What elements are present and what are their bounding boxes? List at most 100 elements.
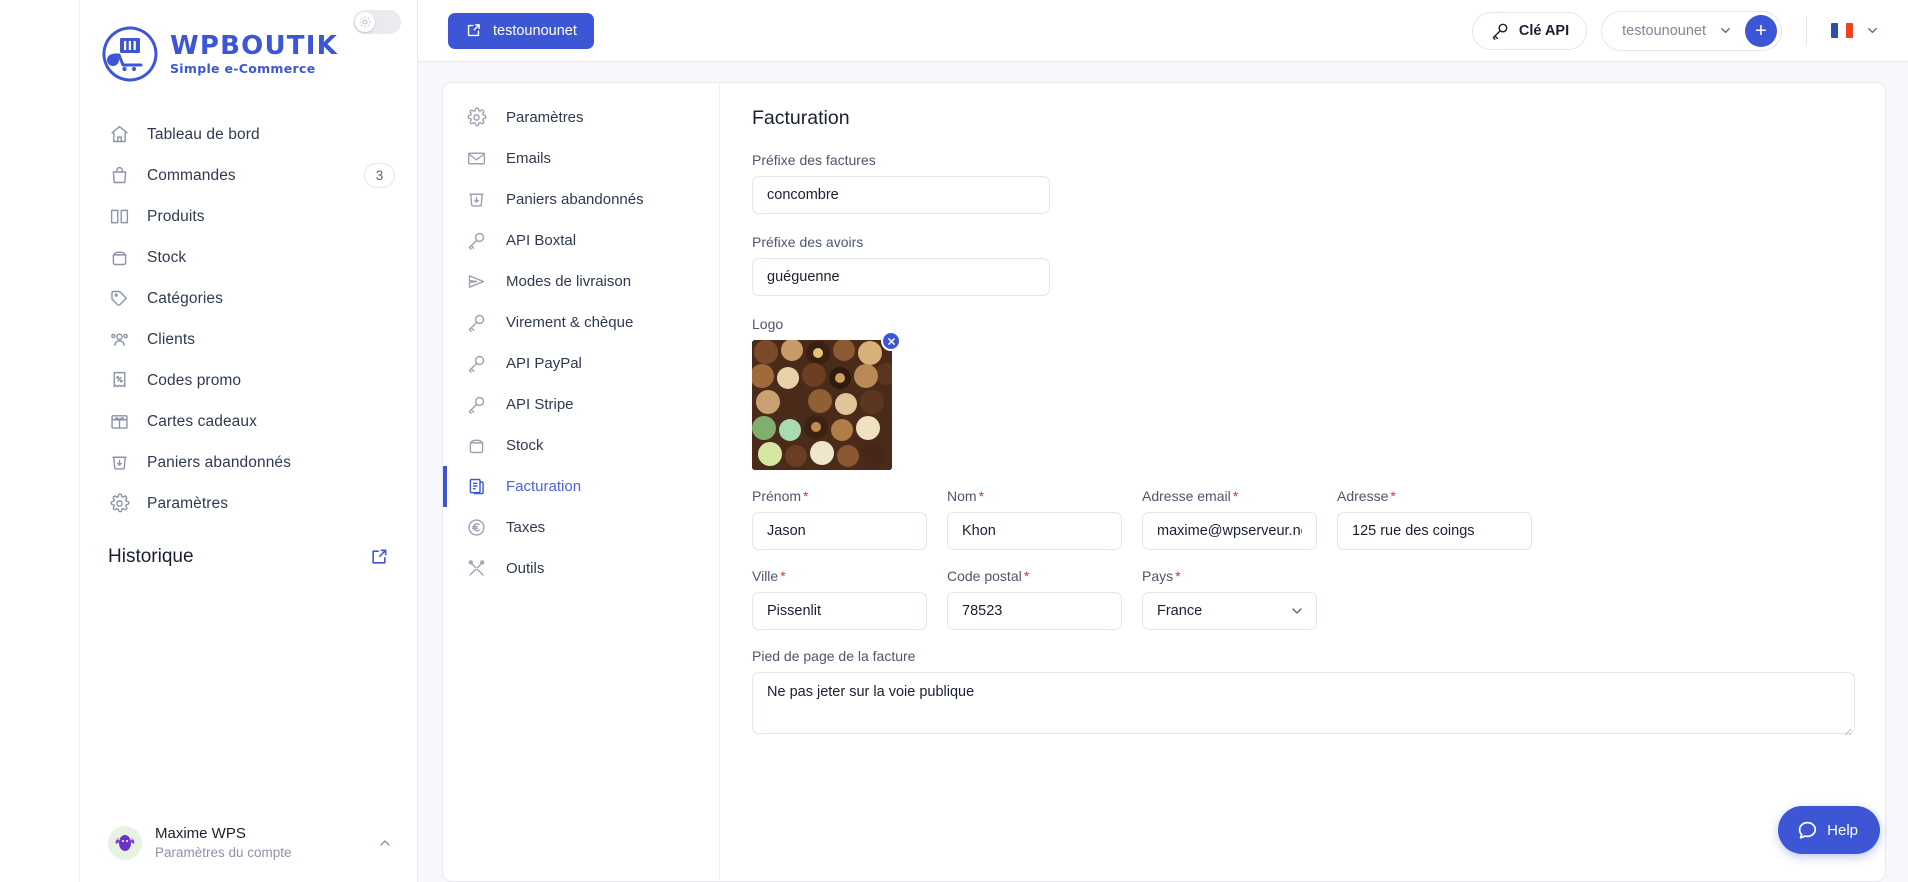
sidebar-item-stock[interactable]: Stock: [80, 237, 417, 278]
subnav-item-label: Emails: [506, 150, 552, 167]
subnav-item-stock[interactable]: Stock: [443, 425, 719, 466]
email-field: Adresse email *: [1142, 488, 1317, 550]
send-icon: [465, 271, 487, 293]
sidebar-item-label: Cartes cadeaux: [147, 412, 257, 430]
api-key-button[interactable]: Clé API: [1471, 11, 1588, 50]
sidebar-item-label: Paniers abandonnés: [147, 453, 291, 471]
sidebar-item-clients[interactable]: Clients: [80, 319, 417, 360]
subnav-item-label: Modes de livraison: [506, 273, 632, 290]
visit-shop-button[interactable]: testounounet: [448, 12, 594, 49]
tag-icon: [108, 288, 130, 310]
logo-preview[interactable]: [752, 331, 901, 470]
clipboard-icon: [465, 476, 487, 498]
sidebar-item-label: Produits: [147, 207, 205, 225]
credit-prefix-input[interactable]: [752, 258, 1050, 296]
subnav-item-facturation[interactable]: Facturation: [443, 466, 719, 507]
app-root: WPBOUTIK Simple e-Commerce Tableau de bo…: [0, 0, 1908, 882]
zip-input[interactable]: [947, 592, 1122, 630]
account-switcher[interactable]: testounounet +: [1601, 10, 1782, 51]
city-input[interactable]: [752, 592, 927, 630]
chevron-down-icon: [1865, 23, 1880, 38]
lastname-input[interactable]: [947, 512, 1122, 550]
sidebar-item-produits[interactable]: Produits: [80, 196, 417, 237]
fr-flag-icon: [1831, 23, 1853, 38]
language-selector[interactable]: [1831, 23, 1884, 38]
zip-field: Code postal *: [947, 568, 1122, 630]
credit-prefix-label: Préfixe des avoirs: [752, 234, 864, 250]
subnav-item-api-boxtal[interactable]: API Boxtal: [443, 220, 719, 261]
sidebar-nav: Tableau de bord Commandes 3 Produits Sto…: [80, 114, 417, 524]
country-select[interactable]: [1142, 592, 1317, 630]
subnav-item-label: Taxes: [506, 519, 546, 536]
email-label: Adresse email *: [1142, 488, 1239, 504]
subnav-item-api-stripe[interactable]: API Stripe: [443, 384, 719, 425]
sidebar-item-label: Stock: [147, 248, 187, 266]
wpboutik-logo-icon: [100, 24, 160, 84]
subnav-item-emails[interactable]: Emails: [443, 138, 719, 179]
main-area: testounounet Clé API testounounet + Para…: [418, 0, 1908, 882]
sidebar-item-parametres[interactable]: Paramètres: [80, 483, 417, 524]
credit-prefix-field: Préfixe des avoirs: [752, 234, 1855, 296]
city-label: Ville *: [752, 568, 786, 584]
historique-link[interactable]: Historique: [80, 546, 417, 568]
sidebar-item-label: Commandes: [147, 166, 236, 184]
country-select-wrap: [1142, 592, 1317, 630]
country-label: Pays *: [1142, 568, 1181, 584]
lastname-label: Nom *: [947, 488, 985, 504]
commandes-badge: 3: [364, 163, 395, 188]
api-key-label: Clé API: [1518, 22, 1570, 39]
subnav-item-paniers-abandonnes[interactable]: Paniers abandonnés: [443, 179, 719, 220]
firstname-input[interactable]: [752, 512, 927, 550]
chevron-down-icon[interactable]: [1716, 23, 1735, 38]
subnav-item-outils[interactable]: Outils: [443, 548, 719, 589]
invoice-footer-label: Pied de page de la facture: [752, 648, 916, 664]
remove-logo-button[interactable]: [881, 331, 901, 351]
sidebar-item-label: Tableau de bord: [147, 125, 260, 143]
account-menu[interactable]: Maxime WPS Paramètres du compte: [80, 825, 417, 882]
invoice-prefix-input[interactable]: [752, 176, 1050, 214]
left-rail-gutter: [0, 0, 80, 882]
sidebar-item-commandes[interactable]: Commandes 3: [80, 155, 417, 196]
subnav-item-virement-cheque[interactable]: Virement & chèque: [443, 302, 719, 343]
sidebar-item-label: Codes promo: [147, 371, 242, 389]
account-subtitle: Paramètres du compte: [155, 845, 292, 860]
sidebar-item-label: Paramètres: [147, 494, 229, 512]
subnav-item-taxes[interactable]: Taxes: [443, 507, 719, 548]
account-name: Maxime WPS: [155, 825, 246, 842]
settings-panel: Paramètres Emails Paniers abandonnés API…: [442, 82, 1886, 882]
account-switcher-value: testounounet: [1622, 22, 1706, 39]
sidebar-item-categories[interactable]: Catégories: [80, 278, 417, 319]
key-icon: [465, 312, 487, 334]
users-icon: [108, 329, 130, 351]
percent-receipt-icon: [108, 370, 130, 392]
country-field: Pays *: [1142, 568, 1317, 630]
subnav-item-parametres[interactable]: Paramètres: [443, 97, 719, 138]
help-button[interactable]: Help: [1778, 806, 1880, 854]
help-label: Help: [1827, 821, 1858, 839]
gear-icon: [465, 107, 487, 129]
address-label: Adresse *: [1337, 488, 1396, 504]
sidebar-item-paniers-abandonnes[interactable]: Paniers abandonnés: [80, 442, 417, 483]
content-area: Paramètres Emails Paniers abandonnés API…: [418, 62, 1908, 882]
euro-icon: [465, 517, 487, 539]
email-input[interactable]: [1142, 512, 1317, 550]
invoice-footer-textarea[interactable]: [752, 672, 1855, 734]
sidebar-item-tableau-de-bord[interactable]: Tableau de bord: [80, 114, 417, 155]
sidebar-item-codes-promo[interactable]: Codes promo: [80, 360, 417, 401]
sidebar-item-cartes-cadeaux[interactable]: Cartes cadeaux: [80, 401, 417, 442]
topbar-divider: [1806, 15, 1807, 46]
address-input[interactable]: [1337, 512, 1532, 550]
tools-icon: [465, 558, 487, 580]
subnav-item-label: Outils: [506, 560, 545, 577]
add-shop-button[interactable]: +: [1745, 14, 1777, 47]
address-field: Adresse *: [1337, 488, 1532, 550]
key-icon: [465, 353, 487, 375]
visit-shop-label: testounounet: [493, 22, 577, 39]
topbar: testounounet Clé API testounounet +: [418, 0, 1908, 62]
subnav-item-api-paypal[interactable]: API PayPal: [443, 343, 719, 384]
avatar: [108, 825, 142, 860]
theme-toggle[interactable]: [353, 10, 401, 34]
chevron-up-icon: [377, 835, 393, 851]
subnav-item-modes-de-livraison[interactable]: Modes de livraison: [443, 261, 719, 302]
subnav-item-label: Virement & chèque: [506, 314, 634, 331]
